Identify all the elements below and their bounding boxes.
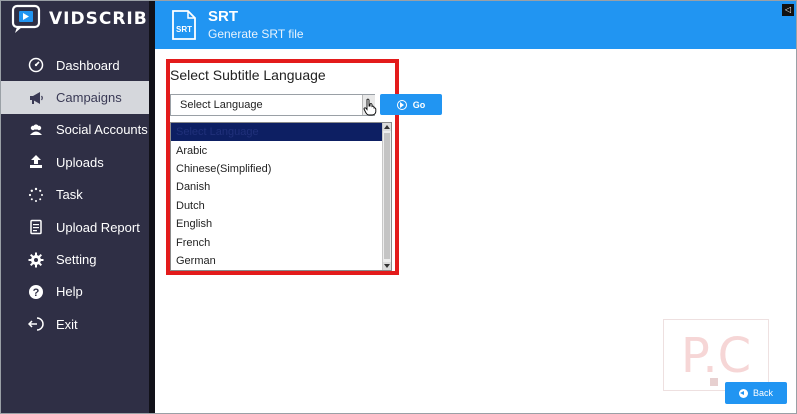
sidebar-item-task[interactable]: Task bbox=[1, 179, 149, 211]
language-option[interactable]: French bbox=[171, 233, 391, 251]
back-button[interactable]: Back bbox=[725, 382, 787, 404]
language-option[interactable]: German bbox=[171, 252, 391, 270]
sidebar-item-dashboard[interactable]: Dashboard bbox=[1, 49, 149, 81]
scrollbar-thumb[interactable] bbox=[384, 133, 390, 259]
language-select[interactable]: Select Language bbox=[170, 94, 375, 116]
sidebar-item-exit[interactable]: Exit bbox=[1, 308, 149, 340]
go-button[interactable]: Go bbox=[380, 94, 442, 115]
sidebar-item-label: Exit bbox=[56, 316, 78, 332]
subtitle-language-heading: Select Subtitle Language bbox=[170, 67, 326, 83]
collapse-icon[interactable]: ◁ bbox=[782, 4, 794, 16]
dropdown-scrollbar[interactable] bbox=[382, 123, 391, 270]
page-header: SRT SRT Generate SRT file ◁ bbox=[155, 1, 796, 49]
sidebar-nav: Dashboard Campaigns Social Accounts Uplo… bbox=[1, 49, 149, 341]
sidebar-divider bbox=[149, 1, 155, 413]
spinner-icon bbox=[27, 186, 45, 204]
sidebar: VIDSCRIBE Dashboard Campaigns Social Acc… bbox=[1, 1, 159, 413]
language-option[interactable]: Chinese(Simplified) bbox=[171, 160, 391, 178]
megaphone-icon bbox=[27, 89, 45, 107]
scroll-down-icon[interactable] bbox=[383, 262, 391, 270]
watermark-dot bbox=[710, 378, 718, 386]
language-dropdown-list[interactable]: Select Language Arabic Chinese(Simplifie… bbox=[170, 122, 392, 271]
language-option[interactable]: Danish bbox=[171, 178, 391, 196]
sidebar-item-label: Campaigns bbox=[56, 90, 122, 106]
language-option[interactable]: Arabic bbox=[171, 141, 391, 159]
sidebar-item-label: Uploads bbox=[56, 154, 104, 170]
language-option[interactable]: English bbox=[171, 215, 391, 233]
upload-icon bbox=[27, 153, 45, 171]
svg-text:?: ? bbox=[33, 287, 40, 299]
users-icon bbox=[27, 121, 45, 139]
srt-icon-label: SRT bbox=[176, 25, 192, 34]
sidebar-item-help[interactable]: ? Help bbox=[1, 276, 149, 308]
help-icon: ? bbox=[27, 283, 45, 301]
sidebar-item-label: Upload Report bbox=[56, 219, 140, 235]
exit-icon bbox=[27, 315, 45, 333]
page-subtitle: Generate SRT file bbox=[208, 27, 304, 41]
page-title: SRT bbox=[208, 8, 238, 25]
back-arrow-icon bbox=[738, 388, 748, 398]
sidebar-item-label: Setting bbox=[56, 252, 97, 268]
app-window: VIDSCRIBE Dashboard Campaigns Social Acc… bbox=[0, 0, 797, 414]
scroll-up-icon[interactable] bbox=[383, 123, 391, 131]
sidebar-item-campaigns[interactable]: Campaigns bbox=[1, 81, 149, 114]
gear-icon bbox=[27, 251, 45, 269]
sidebar-item-uploads[interactable]: Uploads bbox=[1, 146, 149, 178]
play-circle-icon bbox=[396, 99, 407, 110]
sidebar-item-upload-report[interactable]: Upload Report bbox=[1, 211, 149, 243]
srt-file-icon: SRT bbox=[172, 10, 196, 40]
back-button-label: Back bbox=[752, 388, 773, 398]
sidebar-item-label: Social Accounts bbox=[56, 122, 148, 138]
dashboard-gauge-icon bbox=[27, 56, 45, 74]
vidscribe-logo-icon bbox=[11, 3, 45, 35]
app-name: VIDSCRIBE bbox=[49, 9, 161, 29]
language-option[interactable]: Dutch bbox=[171, 197, 391, 215]
logo: VIDSCRIBE bbox=[1, 1, 159, 37]
language-option[interactable]: Select Language bbox=[171, 123, 391, 142]
sidebar-item-label: Dashboard bbox=[56, 57, 120, 73]
sidebar-item-label: Help bbox=[56, 284, 83, 300]
sidebar-item-social-accounts[interactable]: Social Accounts bbox=[1, 114, 149, 146]
language-select-value: Select Language bbox=[180, 99, 263, 111]
hand-cursor-icon bbox=[363, 98, 377, 116]
sidebar-item-setting[interactable]: Setting bbox=[1, 243, 149, 275]
go-button-label: Go bbox=[412, 99, 426, 110]
sidebar-item-label: Task bbox=[56, 187, 83, 203]
report-icon bbox=[27, 218, 45, 236]
